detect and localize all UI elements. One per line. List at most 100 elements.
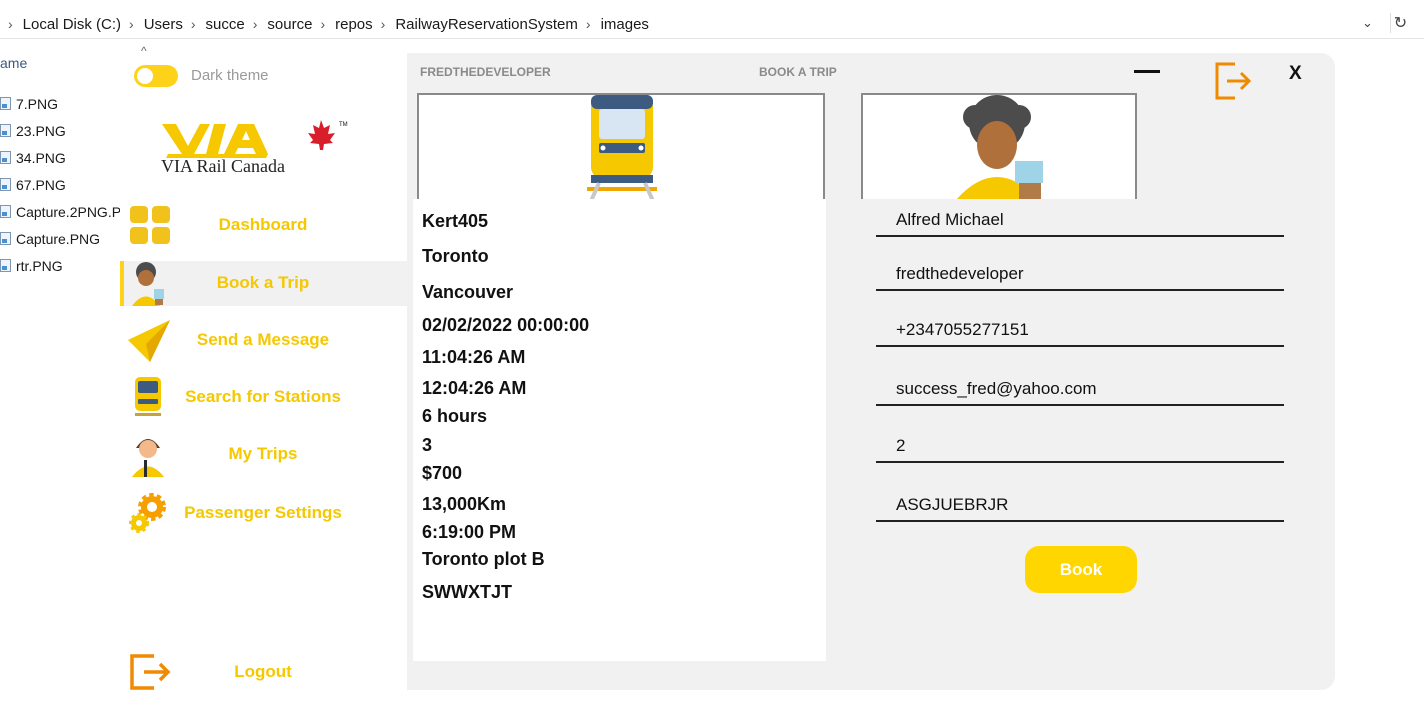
sidebar-item-label: Send a Message [196, 330, 330, 349]
image-file-icon [0, 178, 11, 191]
passenger-code-input[interactable] [896, 490, 1276, 520]
traveler-icon [132, 439, 164, 477]
train-illustration [417, 93, 825, 199]
file-name: 7.PNG [16, 95, 59, 112]
sidebar-item-send-a-message[interactable]: Send a Message [120, 318, 407, 363]
sidebar-item-label: Logout [234, 662, 292, 681]
list-item[interactable]: Capture.PNG [0, 225, 130, 252]
breadcrumb-item[interactable]: Local Disk (C:) [23, 16, 121, 33]
paper-plane-icon [128, 320, 170, 362]
file-list: 7.PNG 23.PNG 34.PNG 67.PNG Capture.2PNG.… [0, 90, 130, 279]
file-name: 23.PNG [16, 122, 66, 139]
breadcrumb-item[interactable]: images [601, 16, 649, 33]
passenger-code-field[interactable] [876, 490, 1284, 522]
dashboard-icon [130, 206, 170, 244]
logo-wordmark: VIA Rail Canada [161, 156, 285, 176]
username-tag: FREDTHEDEVELOPER [420, 65, 551, 79]
list-item[interactable]: 34.PNG [0, 144, 130, 171]
file-name: 67.PNG [16, 176, 66, 193]
train-icon [587, 95, 657, 199]
gear-icon [129, 493, 166, 533]
sidebar-item-label: Book a Trip [216, 273, 310, 292]
image-file-icon [0, 97, 11, 110]
breadcrumb-item[interactable]: RailwayReservationSystem [395, 16, 578, 33]
chevron-right-icon: › [320, 16, 326, 32]
file-name: 34.PNG [16, 149, 66, 166]
email-field[interactable] [876, 374, 1284, 406]
book-trip-panel: FREDTHEDEVELOPER BOOK A TRIP X Kert405 T… [407, 53, 1335, 690]
passenger-avatar-icon [132, 262, 164, 306]
explorer-file-pane: ame 7.PNG 23.PNG 34.PNG 67.PNG Capture.2… [0, 40, 130, 340]
departure-time: 11:04:26 AM [422, 347, 526, 367]
ticket-code: SWWXTJT [422, 582, 512, 602]
trip-distance: 13,000Km [422, 494, 507, 514]
dark-theme-label: Dark theme [191, 67, 269, 84]
ticket-count-field[interactable] [876, 431, 1284, 463]
toggle-knob [137, 68, 153, 84]
email-input[interactable] [896, 374, 1276, 404]
list-item[interactable]: 67.PNG [0, 171, 130, 198]
sidebar-item-label: Dashboard [218, 215, 308, 234]
chevron-down-icon[interactable]: ⌄ [1362, 15, 1373, 31]
file-name: rtr.PNG [16, 257, 63, 274]
book-button[interactable]: Book [1025, 546, 1137, 593]
username-field[interactable] [876, 259, 1284, 291]
username-input[interactable] [896, 259, 1276, 289]
refresh-icon[interactable]: ↻ [1390, 13, 1410, 33]
explorer-address-bar[interactable]: › Local Disk (C:) › Users › succe › sour… [0, 9, 1424, 39]
train-icon [135, 377, 161, 416]
minimize-button[interactable] [1133, 63, 1161, 79]
breadcrumb-item[interactable]: source [267, 16, 312, 33]
page-title: BOOK A TRIP [759, 65, 837, 79]
boarding-time: 6:19:00 PM [422, 522, 517, 542]
sidebar-item-label: My Trips [228, 444, 298, 463]
list-item[interactable]: 23.PNG [0, 117, 130, 144]
chevron-right-icon: › [585, 16, 591, 32]
phone-input[interactable] [896, 315, 1276, 345]
trip-details-card: Kert405 Toronto Vancouver 02/02/2022 00:… [413, 199, 826, 661]
maple-leaf-icon [308, 120, 335, 150]
sidebar-item-logout[interactable]: Logout [120, 650, 407, 695]
image-file-icon [0, 232, 11, 245]
list-item[interactable]: 7.PNG [0, 90, 130, 117]
passenger-name-input[interactable] [896, 205, 1276, 235]
close-button[interactable]: X [1289, 63, 1302, 85]
chevron-right-icon: › [129, 16, 134, 32]
passenger-name-field[interactable] [876, 205, 1284, 237]
sidebar-item-book-a-trip[interactable]: Book a Trip [120, 261, 407, 306]
sidebar-item-search-for-stations[interactable]: Search for Stations [120, 375, 407, 420]
list-item[interactable]: rtr.PNG [0, 252, 130, 279]
sidebar-item-dashboard[interactable]: Dashboard [120, 203, 407, 248]
dark-theme-toggle[interactable] [134, 65, 178, 87]
image-file-icon [0, 151, 11, 164]
list-item[interactable]: Capture.2PNG.PNG [0, 198, 130, 225]
sidebar: Dark theme TM VIA Rail Canada Dashboard … [120, 53, 407, 690]
trip-duration: 6 hours [422, 406, 488, 426]
image-file-icon [0, 259, 11, 272]
train-code: Kert405 [422, 211, 489, 231]
screen: › Local Disk (C:) › Users › succe › sour… [0, 0, 1424, 720]
phone-field[interactable] [876, 315, 1284, 347]
name-column-header[interactable]: ame [0, 55, 27, 71]
chevron-right-icon: › [252, 16, 258, 32]
chevron-right-icon: › [8, 16, 13, 32]
seat-count: 3 [422, 435, 433, 455]
exit-icon[interactable] [1213, 61, 1253, 101]
breadcrumb-item[interactable]: repos [335, 16, 373, 33]
via-rail-logo: TM VIA Rail Canada [161, 120, 348, 176]
logo-tm: TM [339, 122, 348, 128]
breadcrumb-item[interactable]: succe [206, 16, 245, 33]
logout-icon [130, 654, 171, 690]
image-file-icon [0, 205, 11, 218]
chevron-right-icon: › [380, 16, 386, 32]
sidebar-item-passenger-settings[interactable]: Passenger Settings [120, 491, 407, 536]
sidebar-item-my-trips[interactable]: My Trips [120, 432, 407, 477]
breadcrumb-item[interactable]: Users [144, 16, 183, 33]
file-name: Capture.2PNG.PNG [16, 203, 130, 220]
sidebar-item-label: Passenger Settings [184, 503, 342, 522]
image-file-icon [0, 124, 11, 137]
file-name: Capture.PNG [16, 230, 101, 247]
chevron-right-icon: › [190, 16, 196, 32]
sidebar-item-label: Search for Stations [185, 387, 341, 406]
ticket-count-input[interactable] [896, 431, 1276, 461]
